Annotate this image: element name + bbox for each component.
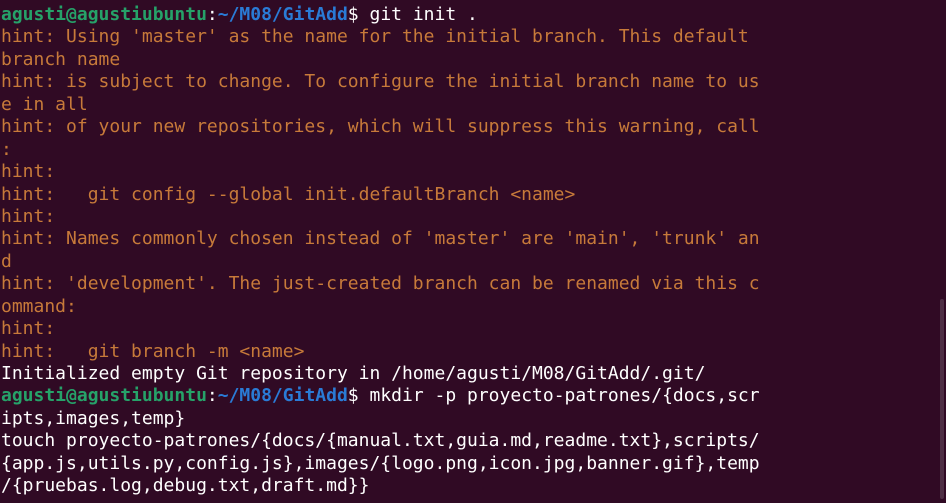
hint-text: hint: git branch -m <name> — [1, 340, 305, 362]
output-line: Initialized empty Git repository in /hom… — [1, 363, 946, 385]
output-line: {app.js,utils.py,config.js},images/{logo… — [1, 453, 946, 475]
hint-text: hint: git config --global init.defaultBr… — [1, 183, 576, 205]
hint-line: hint: is subject to change. To configure… — [1, 71, 946, 93]
prompt-path: ~/M08/GitAdd — [217, 4, 348, 25]
hint-line: e in all — [1, 94, 946, 116]
prompt-dollar: $ — [347, 385, 359, 407]
hint-text: hint: is subject to change. To configure… — [1, 71, 760, 93]
hint-line: hint: — [1, 161, 946, 183]
prompt-line: agusti@agustiubuntu:~/M08/GitAdd$ git in… — [1, 4, 946, 26]
terminal-output: agusti@agustiubuntu:~/M08/GitAdd$ git in… — [1, 4, 946, 498]
hint-line: hint: git config --global init.defaultBr… — [1, 184, 946, 206]
hint-text: hint: of your new repositories, which wi… — [1, 116, 760, 138]
hint-line: hint: of your new repositories, which wi… — [1, 116, 946, 138]
output-text: {app.js,utils.py,config.js},images/{logo… — [1, 452, 760, 474]
hint-text: e in all — [1, 93, 88, 115]
hint-text: hint: Using 'master' as the name for the… — [1, 26, 749, 48]
hint-line: ommand: — [1, 296, 946, 318]
hint-line: hint: Names commonly chosen instead of '… — [1, 228, 946, 250]
scrollbar-thumb[interactable] — [940, 299, 944, 499]
hint-text: d — [1, 250, 12, 272]
hint-text: hint: — [1, 205, 56, 227]
hint-text: hint: — [1, 318, 56, 340]
output-text: touch proyecto-patrones/{docs/{manual.tx… — [1, 430, 760, 452]
prompt-colon: : — [206, 4, 218, 25]
hint-line: d — [1, 251, 946, 273]
hint-line: : — [1, 139, 946, 161]
output-line: ipts,images,temp} — [1, 408, 946, 430]
output-line: touch proyecto-patrones/{docs/{manual.tx… — [1, 430, 946, 452]
prompt-colon: : — [206, 385, 218, 407]
output-text: Initialized empty Git repository in /hom… — [1, 363, 706, 384]
prompt-user: agusti@agustiubuntu — [1, 4, 207, 25]
hint-line: hint: — [1, 318, 946, 340]
hint-text: : — [1, 138, 12, 160]
scrollbar[interactable] — [938, 0, 946, 503]
command-text: git init . — [358, 4, 478, 25]
prompt-user: agusti@agustiubuntu — [1, 385, 207, 407]
hint-text: hint: 'development'. The just-created br… — [1, 273, 760, 295]
hint-text: hint: — [1, 161, 56, 183]
hint-text: ommand: — [1, 295, 77, 317]
command-text: mkdir -p proyecto-patrones/{docs,scr — [358, 385, 760, 407]
output-line: /{pruebas.log,debug.txt,draft.md}} — [1, 475, 946, 497]
terminal-window[interactable]: agusti@agustiubuntu:~/M08/GitAdd$ git in… — [0, 0, 946, 503]
output-text: ipts,images,temp} — [1, 407, 186, 429]
hint-line: hint: Using 'master' as the name for the… — [1, 26, 946, 48]
prompt-line: agusti@agustiubuntu:~/M08/GitAdd$ mkdir … — [1, 385, 946, 407]
hint-text: hint: Names commonly chosen instead of '… — [1, 228, 760, 250]
hint-line: hint: — [1, 206, 946, 228]
hint-line: branch name — [1, 49, 946, 71]
hint-line: hint: 'development'. The just-created br… — [1, 273, 946, 295]
prompt-dollar: $ — [347, 4, 359, 25]
hint-line: hint: git branch -m <name> — [1, 341, 946, 363]
prompt-path: ~/M08/GitAdd — [217, 385, 348, 407]
hint-text: branch name — [1, 48, 121, 70]
output-text: /{pruebas.log,debug.txt,draft.md}} — [1, 475, 370, 497]
